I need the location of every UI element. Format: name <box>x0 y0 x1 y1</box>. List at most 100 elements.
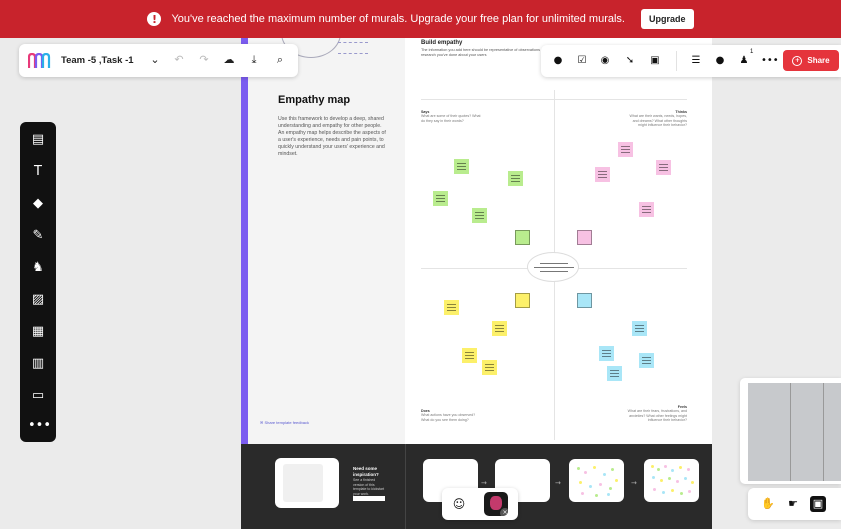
inspiration-button[interactable] <box>353 496 385 501</box>
outline-view-icon[interactable]: ▣ <box>810 496 826 512</box>
quadrant-title: Does <box>421 409 430 413</box>
tool-rail: ▤ T ◆ ✎ ♞ ▨ ▦ ▥ ▭ ••• <box>20 122 56 442</box>
quadrant-says: Says What are some of their quotes? What… <box>421 110 481 123</box>
quadrant-thinks: Thinks What are their wants, needs, hope… <box>627 110 687 128</box>
upgrade-button[interactable]: Upgrade <box>641 9 694 29</box>
image-icon[interactable]: ▨ <box>28 290 48 310</box>
collaborators-icon[interactable]: ♟ <box>737 54 751 68</box>
example-step-3[interactable] <box>569 459 624 502</box>
sticky-note[interactable] <box>595 167 610 182</box>
sticky-note[interactable] <box>639 202 654 217</box>
inspiration-description: See a finished version of this template … <box>353 478 385 496</box>
sticky-note[interactable] <box>577 293 592 308</box>
icons-llama-icon[interactable]: ♞ <box>28 258 48 278</box>
sticky-note[interactable] <box>632 321 647 336</box>
sticky-note[interactable] <box>462 348 477 363</box>
timer-icon[interactable]: ● <box>551 54 565 68</box>
board-heading: Build empathy <box>421 40 463 46</box>
quadrant-prompt: What are some of their quotes? What do t… <box>421 114 481 123</box>
pen-icon[interactable]: ✎ <box>28 226 48 246</box>
minimap-panel[interactable] <box>740 378 841 484</box>
sticky-note[interactable] <box>656 160 671 175</box>
smile-icon[interactable]: ☺ <box>451 496 467 512</box>
banner-message: You've reached the maximum number of mur… <box>171 13 625 25</box>
download-icon[interactable]: ⤓ <box>246 52 262 68</box>
comments-icon[interactable]: ● <box>713 54 727 68</box>
sticky-note[interactable] <box>618 142 633 157</box>
template-info-panel: Empathy map Use this framework to develo… <box>241 38 405 444</box>
hand-icon[interactable]: ✋ <box>760 496 776 512</box>
private-mode-icon[interactable]: ◉ <box>598 54 612 68</box>
select-icon[interactable]: ☛ <box>785 496 801 512</box>
frame-icon[interactable]: ▭ <box>28 386 48 406</box>
quadrant-prompt: What actions have you observed? What do … <box>421 413 476 422</box>
text-icon[interactable]: T <box>28 162 48 182</box>
quadrant-title: Thinks <box>675 110 687 114</box>
mural-logo-icon[interactable] <box>28 53 51 69</box>
view-tools: ✋ ☛ ▣ <box>748 488 841 520</box>
mural-canvas[interactable]: Empathy map Use this framework to develo… <box>0 38 841 529</box>
sticky-note[interactable] <box>433 191 448 206</box>
arrow-right-icon: → <box>481 479 487 487</box>
more-icon[interactable]: ••• <box>761 54 779 68</box>
mural-name[interactable]: Team -5 ,Task -1 <box>61 55 134 66</box>
sticky-note[interactable] <box>454 159 469 174</box>
share-icon: + <box>792 55 803 66</box>
quadrant-title: Says <box>421 110 430 114</box>
sticky-note[interactable] <box>508 171 523 186</box>
accent-bar <box>241 38 248 444</box>
quadrant-prompt: What are their fears, frustrations, and … <box>627 409 687 423</box>
close-icon[interactable]: × <box>500 508 508 516</box>
collaboration-toolbar: ● ☑ ◉ ➘ ▣ ☰ ● ♟ 1 ••• + Share <box>541 45 841 77</box>
sticky-note[interactable] <box>492 321 507 336</box>
example-step-4[interactable] <box>644 459 699 502</box>
chevron-down-icon[interactable]: ⌄ <box>147 52 163 68</box>
inspiration-title: Need some inspiration? <box>353 466 379 477</box>
redo-icon[interactable]: ↷ <box>196 52 212 68</box>
laser-pointer-icon[interactable]: ➘ <box>623 54 637 68</box>
undo-icon[interactable]: ↶ <box>171 52 187 68</box>
outline-icon[interactable]: ☰ <box>689 54 703 68</box>
empathy-map-board[interactable]: Build empathy The information you add he… <box>405 38 712 444</box>
arrow-right-icon: → <box>631 479 637 487</box>
sticky-note[interactable] <box>577 230 592 245</box>
decorative-waves <box>338 42 368 54</box>
warning-icon: ! <box>147 12 162 26</box>
quadrant-title: Feels <box>677 405 687 409</box>
templates-icon[interactable]: ▦ <box>28 322 48 342</box>
sticky-note[interactable] <box>599 346 614 361</box>
collaborator-count: 1 <box>750 49 754 55</box>
upgrade-banner: ! You've reached the maximum number of m… <box>0 0 841 38</box>
reactions-widget: ☺ × <box>442 488 518 520</box>
sticky-note[interactable] <box>482 360 497 375</box>
avatar-icon[interactable]: × <box>484 492 508 516</box>
mural-toolbar: Team -5 ,Task -1 ⌄ ↶ ↷ ☁ ⤓ ⌕ <box>19 44 298 77</box>
share-button[interactable]: + Share <box>783 50 839 71</box>
sticky-note[interactable] <box>515 230 530 245</box>
share-label: Share <box>807 56 830 65</box>
sticky-note[interactable] <box>607 366 622 381</box>
search-icon[interactable]: ⌕ <box>272 52 288 68</box>
template-title: Empathy map <box>278 94 351 106</box>
quadrant-feels: Feels What are their fears, frustrations… <box>627 405 687 423</box>
sticky-note[interactable] <box>515 293 530 308</box>
template-description: Use this framework to develop a deep, sh… <box>278 116 386 157</box>
sticky-note[interactable] <box>472 208 487 223</box>
arrow-right-icon: → <box>555 479 561 487</box>
sticky-note-icon[interactable]: ▤ <box>28 130 48 150</box>
table-icon[interactable]: ▥ <box>28 354 48 374</box>
sticky-note[interactable] <box>639 353 654 368</box>
voting-icon[interactable]: ☑ <box>575 54 589 68</box>
feedback-icon: ✉ <box>260 420 264 425</box>
template-thumbnail[interactable] <box>275 458 339 508</box>
lock-icon[interactable]: ▣ <box>648 54 662 68</box>
more-icon[interactable]: ••• <box>28 416 51 436</box>
quadrant-prompt: What are their wants, needs, hopes, and … <box>629 114 687 128</box>
cloud-sync-icon[interactable]: ☁ <box>221 52 237 68</box>
quadrant-does: Does What actions have you observed? Wha… <box>421 409 481 422</box>
template-feedback-link[interactable]: ✉ Share template feedback <box>260 420 309 425</box>
minimap-preview <box>748 383 841 481</box>
sticky-note[interactable] <box>444 300 459 315</box>
board-subheading: The information you add here should be r… <box>421 48 548 57</box>
shapes-icon[interactable]: ◆ <box>28 194 48 214</box>
